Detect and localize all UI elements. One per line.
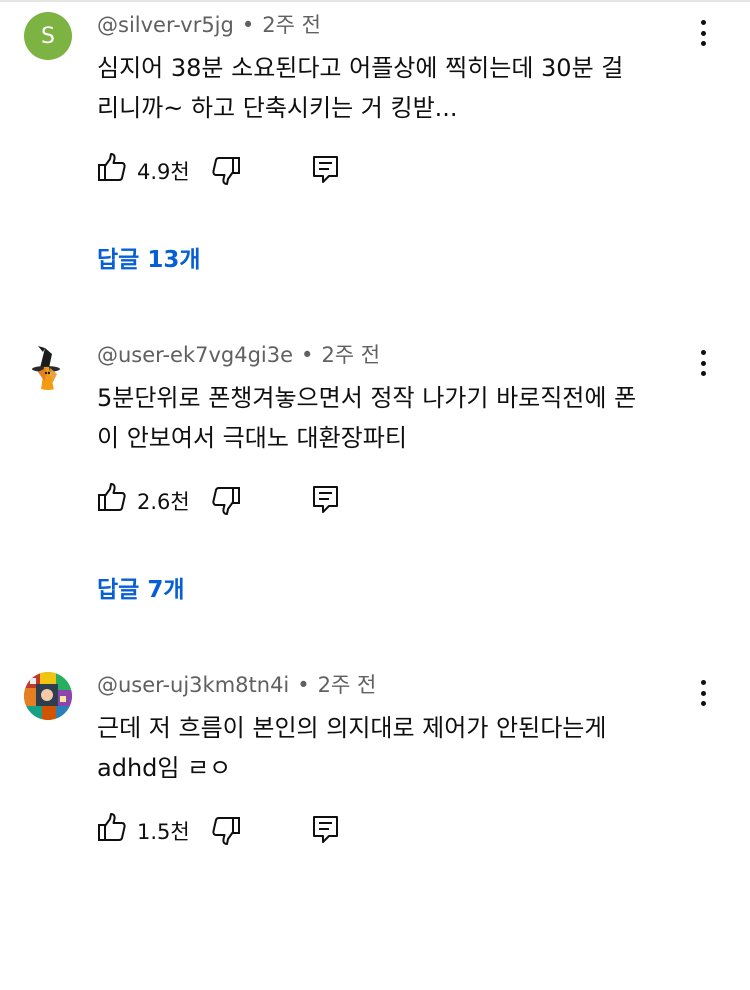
reply-comment-icon xyxy=(313,816,338,843)
meta-separator: • xyxy=(301,343,314,367)
comment-text: 심지어 38분 소요된다고 어플상에 찍히는데 30분 걸 리니까~ 하고 단축… xyxy=(97,48,687,128)
thumbs-down-icon xyxy=(212,487,240,515)
view-replies-button[interactable]: 답글 13개 xyxy=(97,240,201,274)
dislike-button[interactable] xyxy=(211,814,243,846)
like-button[interactable] xyxy=(97,812,127,844)
thumbs-down-icon xyxy=(212,817,240,845)
like-count: 2.6천 xyxy=(137,490,190,514)
comment-thread: S @silver-vr5jg • 2주 전 심지어 38분 소요된다고 어플상에 … xyxy=(0,0,750,330)
dislike-button[interactable] xyxy=(211,484,243,516)
comment-text: 근데 저 흐름이 본인의 의지대로 제어가 안된다는게 adhd임 ㄹㅇ xyxy=(97,708,687,788)
comment-meta: @user-ek7vg4gi3e • 2주 전 xyxy=(97,342,380,368)
like-count: 4.9천 xyxy=(137,160,190,184)
meta-separator: • xyxy=(297,673,310,697)
comment-time[interactable]: 2주 전 xyxy=(318,673,377,697)
thumbs-up-icon xyxy=(98,813,126,841)
reply-button[interactable] xyxy=(312,814,340,846)
comment-thread: @user-ek7vg4gi3e • 2주 전 5분단위로 폰챙겨놓으면서 정작 나… xyxy=(0,330,750,660)
comment-text: 5분단위로 폰챙겨놓으면서 정작 나가기 바로직전에 폰 이 안보여서 극대노 … xyxy=(97,378,687,458)
comment-meta: @user-uj3km8tn4i • 2주 전 xyxy=(97,672,376,698)
comment-text-line: 이 안보여서 극대노 대환장파티 xyxy=(97,424,407,452)
comment-text-line: 리니까~ 하고 단축시키는 거 킹받... xyxy=(97,94,458,122)
comment-text-line: 심지어 38분 소요된다고 어플상에 찍히는데 30분 걸 xyxy=(97,54,624,82)
avatar[interactable] xyxy=(24,672,72,720)
comment-text-line: 5분단위로 폰챙겨놓으면서 정작 나가기 바로직전에 폰 xyxy=(97,384,637,412)
comment-meta: @silver-vr5jg • 2주 전 xyxy=(97,12,321,38)
more-actions-icon[interactable] xyxy=(691,18,715,48)
witch-hat-avatar-icon xyxy=(32,346,60,390)
thumbs-up-icon xyxy=(98,483,126,511)
comment-author[interactable]: @user-uj3km8tn4i xyxy=(97,673,289,697)
meta-separator: • xyxy=(241,13,255,37)
more-actions-icon[interactable] xyxy=(691,678,715,708)
avatar[interactable]: S xyxy=(24,12,72,60)
thumbs-up-icon xyxy=(98,153,126,181)
reply-button[interactable] xyxy=(312,484,340,516)
avatar[interactable] xyxy=(24,342,72,390)
view-replies-button[interactable]: 답글 7개 xyxy=(97,570,185,604)
comment-author[interactable]: @user-ek7vg4gi3e xyxy=(97,343,293,367)
comment-time[interactable]: 2주 전 xyxy=(321,343,380,367)
avatar-letter: S xyxy=(41,23,55,49)
comment-text-line: 근데 저 흐름이 본인의 의지대로 제어가 안된다는게 xyxy=(97,714,607,742)
comment-author[interactable]: @silver-vr5jg xyxy=(97,13,234,37)
comment-text-line: adhd임 ㄹㅇ xyxy=(97,754,232,782)
comment-time[interactable]: 2주 전 xyxy=(262,13,321,37)
dislike-button[interactable] xyxy=(211,154,243,186)
more-actions-icon[interactable] xyxy=(691,348,715,378)
like-button[interactable] xyxy=(97,152,127,184)
colorful-collage-avatar-icon xyxy=(24,672,72,720)
reply-button[interactable] xyxy=(312,154,340,186)
like-button[interactable] xyxy=(97,482,127,514)
reply-comment-icon xyxy=(313,156,338,183)
thumbs-down-icon xyxy=(212,157,240,185)
reply-comment-icon xyxy=(313,486,338,513)
comment-thread: @user-uj3km8tn4i • 2주 전 근데 저 흐름이 본인의 의지대로 … xyxy=(0,660,750,990)
